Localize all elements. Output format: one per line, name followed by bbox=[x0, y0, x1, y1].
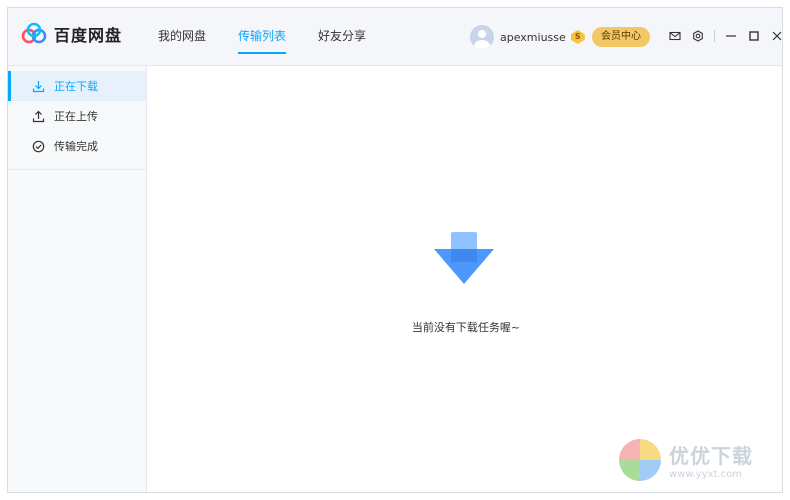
sidebar-list: 正在下载 正在上传 传输完成 bbox=[8, 66, 146, 170]
mail-icon[interactable] bbox=[668, 29, 682, 43]
watermark: 优优下载 www.yyxt.com bbox=[617, 437, 753, 483]
title-bar: 百度网盘 我的网盘 传输列表 好友分享 apexmiusse S 会员中心 bbox=[8, 8, 782, 66]
minimize-icon[interactable] bbox=[724, 29, 738, 43]
watermark-text: 优优下载 www.yyxt.com bbox=[669, 440, 753, 480]
transfer-sidebar: 正在下载 正在上传 传输完成 bbox=[8, 66, 147, 492]
download-icon bbox=[32, 80, 45, 92]
tab-my-disk[interactable]: 我的网盘 bbox=[158, 8, 206, 66]
watermark-url: www.yyxt.com bbox=[669, 469, 743, 480]
upload-icon bbox=[32, 110, 45, 122]
app-window: 百度网盘 我的网盘 传输列表 好友分享 apexmiusse S 会员中心 正在… bbox=[7, 7, 783, 493]
tab-transfer-list[interactable]: 传输列表 bbox=[238, 8, 287, 66]
baidu-cloud-logo-icon bbox=[21, 22, 47, 44]
divider bbox=[714, 30, 715, 42]
sidebar-item-label: 正在下载 bbox=[54, 80, 98, 93]
maximize-icon[interactable] bbox=[747, 29, 761, 43]
avatar[interactable] bbox=[470, 25, 494, 49]
tab-friend-share[interactable]: 好友分享 bbox=[318, 8, 366, 66]
close-icon[interactable] bbox=[770, 29, 782, 43]
user-info[interactable]: apexmiusse S bbox=[470, 25, 585, 49]
sidebar-item-completed[interactable]: 传输完成 bbox=[8, 131, 146, 161]
empty-state-message: 当前没有下载任务喔~ bbox=[411, 321, 521, 334]
window-controls bbox=[668, 29, 782, 43]
sidebar-item-downloading[interactable]: 正在下载 bbox=[8, 71, 146, 101]
username[interactable]: apexmiusse bbox=[500, 31, 566, 44]
sidebar-item-uploading[interactable]: 正在上传 bbox=[8, 101, 146, 131]
sidebar-item-label: 传输完成 bbox=[54, 140, 98, 153]
watermark-logo-icon bbox=[619, 439, 661, 481]
settings-gear-icon[interactable] bbox=[691, 29, 705, 43]
sidebar-item-label: 正在上传 bbox=[54, 110, 98, 123]
vip-center-button[interactable]: 会员中心 bbox=[592, 27, 650, 47]
empty-download-arrow-icon bbox=[434, 232, 494, 284]
download-list-area: 当前没有下载任务喔~ bbox=[148, 66, 782, 492]
app-logo: 百度网盘 bbox=[20, 22, 122, 46]
app-name: 百度网盘 bbox=[54, 26, 123, 45]
check-circle-icon bbox=[32, 140, 45, 152]
watermark-title: 优优下载 bbox=[669, 444, 753, 468]
vip-level-badge: S bbox=[570, 30, 585, 44]
main-nav: 我的网盘 传输列表 好友分享 bbox=[158, 8, 398, 66]
